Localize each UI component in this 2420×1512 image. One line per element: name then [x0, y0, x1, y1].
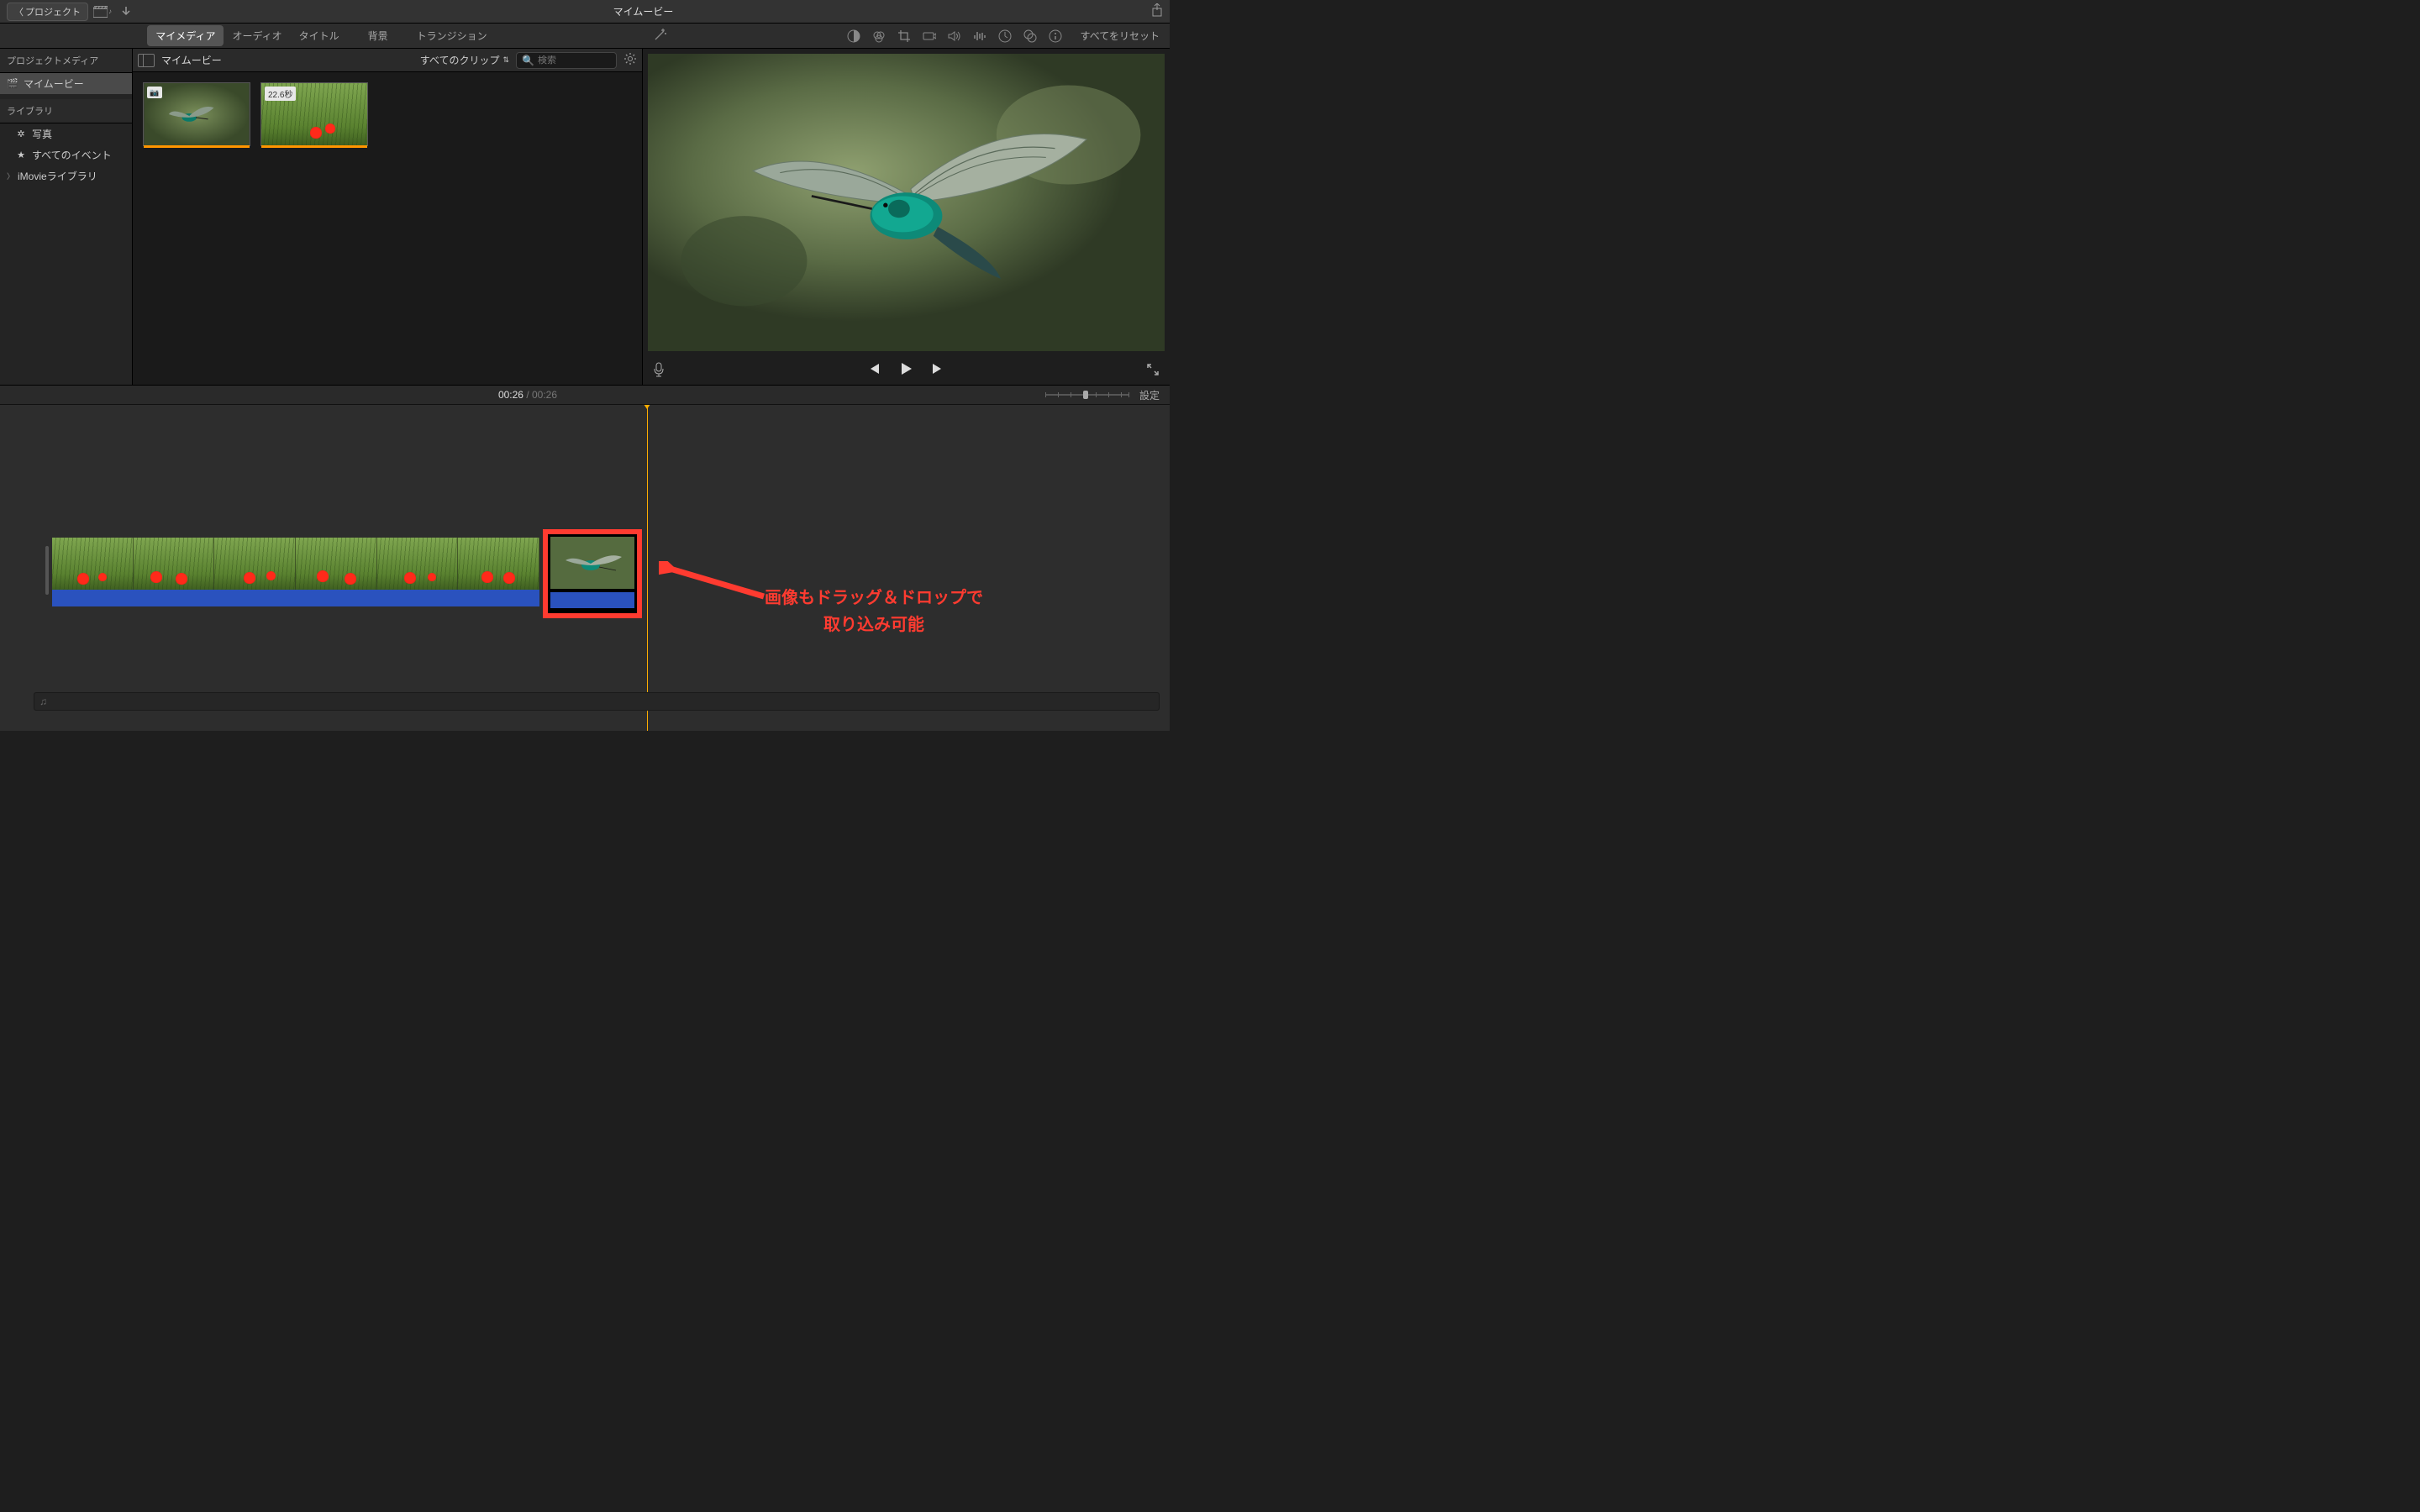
topbar: マイメディア オーディオ タイトル 背景 トランジション すべてをリセット	[0, 24, 1170, 49]
clip-handle[interactable]	[45, 546, 49, 595]
timeline[interactable]: ♫ 画像もドラッグ＆ドロップで 取り込み可能	[0, 405, 1170, 731]
crop-icon[interactable]	[897, 29, 911, 43]
tab-backgrounds[interactable]: 背景	[360, 25, 397, 46]
import-icon[interactable]	[117, 4, 135, 19]
sidebar-item-label: 写真	[32, 127, 52, 141]
clip-duration-badge: 22.6秒	[265, 87, 296, 101]
magic-wand-icon[interactable]	[653, 27, 668, 45]
sidebar-item-my-movie[interactable]: 🎬 マイムービー	[0, 73, 132, 94]
search-input[interactable]: 🔍	[516, 52, 617, 69]
titlebar: 〈 プロジェクト ♪ マイムービー	[0, 0, 1170, 24]
play-button[interactable]	[897, 360, 914, 381]
star-icon: ★	[15, 150, 27, 160]
window-title: マイムービー	[135, 4, 1151, 18]
sidebar-item-all-events[interactable]: ★ すべてのイベント	[0, 144, 132, 165]
info-icon[interactable]	[1049, 29, 1062, 43]
music-track[interactable]: ♫	[34, 692, 1160, 711]
annotation-text: 画像もドラッグ＆ドロップで 取り込み可能	[765, 585, 983, 638]
clip-filter-icon[interactable]	[1023, 29, 1037, 43]
tab-audio[interactable]: オーディオ	[224, 25, 290, 46]
noise-reduction-icon[interactable]	[973, 29, 986, 43]
tab-titles[interactable]: タイトル	[291, 25, 348, 46]
sidebar: プロジェクトメディア 🎬 マイムービー ライブラリ ✲ 写真 ★ すべてのイベン…	[0, 49, 133, 385]
playhead[interactable]	[647, 405, 648, 731]
sidebar-item-label: すべてのイベント	[32, 148, 112, 162]
clapperboard-icon: 🎬	[7, 78, 18, 89]
media-breadcrumb[interactable]: マイムービー	[161, 53, 222, 67]
clapperboard-icon[interactable]: ♪	[93, 4, 112, 19]
speed-icon[interactable]	[998, 29, 1012, 43]
annotation-line1: 画像もドラッグ＆ドロップで	[765, 585, 983, 612]
updown-icon: ⇅	[502, 55, 509, 65]
stabilization-icon[interactable]	[923, 29, 936, 43]
chevron-left-icon: 〈	[14, 5, 24, 18]
sidebar-header-library: ライブラリ	[0, 99, 132, 123]
share-icon[interactable]	[1151, 3, 1163, 19]
search-field[interactable]	[538, 55, 613, 66]
sidebar-item-label: マイムービー	[24, 76, 84, 91]
viewer	[643, 49, 1170, 385]
sidebar-header-project-media: プロジェクトメディア	[0, 49, 132, 73]
next-button[interactable]	[929, 362, 944, 380]
media-clip-video[interactable]: 22.6秒	[260, 82, 368, 146]
clip-filter-dropdown[interactable]: すべてのクリップ ⇅	[420, 53, 509, 67]
color-correction-icon[interactable]	[872, 29, 886, 43]
timeline-clip-image[interactable]	[543, 529, 642, 618]
sidebar-item-label: iMovieライブラリ	[18, 169, 97, 183]
timeline-header: 00:26 / 00:26 設定	[0, 385, 1170, 405]
reset-all-button[interactable]: すべてをリセット	[1081, 29, 1160, 43]
zoom-slider[interactable]	[1045, 390, 1129, 400]
timecode-duration: 00:26	[532, 389, 557, 401]
gear-icon[interactable]	[623, 52, 637, 68]
volume-icon[interactable]	[948, 29, 961, 43]
sidebar-toggle-icon[interactable]	[138, 54, 155, 67]
sidebar-item-imovie-library[interactable]: 〉 iMovieライブラリ	[0, 165, 132, 186]
timecode: 00:26 / 00:26	[498, 389, 557, 401]
camera-icon: 📷	[147, 87, 162, 98]
music-icon: ♫	[39, 696, 47, 707]
color-balance-icon[interactable]	[847, 29, 860, 43]
prev-button[interactable]	[867, 362, 882, 380]
timeline-clip-video[interactable]	[52, 538, 539, 606]
microphone-icon[interactable]	[653, 362, 665, 380]
chevron-right-icon: 〉	[7, 171, 14, 181]
timeline-settings-button[interactable]: 設定	[1139, 388, 1160, 402]
timecode-current: 00:26	[498, 389, 523, 401]
annotation-arrow	[659, 561, 768, 603]
clip-filter-label: すべてのクリップ	[420, 53, 500, 67]
annotation-line2: 取り込み可能	[765, 612, 983, 638]
back-button[interactable]: 〈 プロジェクト	[7, 3, 88, 21]
search-icon: 🔍	[522, 55, 534, 66]
timeline-clip-audio[interactable]	[52, 590, 539, 606]
sidebar-item-photos[interactable]: ✲ 写真	[0, 123, 132, 144]
media-browser: マイムービー すべてのクリップ ⇅ 🔍	[133, 49, 643, 385]
tab-transitions[interactable]: トランジション	[408, 25, 496, 46]
flower-icon: ✲	[15, 129, 27, 139]
viewer-canvas[interactable]	[648, 54, 1165, 351]
fullscreen-icon[interactable]	[1146, 363, 1160, 379]
timeline-clip-image-audio[interactable]	[550, 592, 634, 608]
tab-my-media[interactable]: マイメディア	[147, 25, 224, 46]
back-label: プロジェクト	[25, 5, 81, 18]
media-clip-photo[interactable]: 📷	[143, 82, 250, 146]
